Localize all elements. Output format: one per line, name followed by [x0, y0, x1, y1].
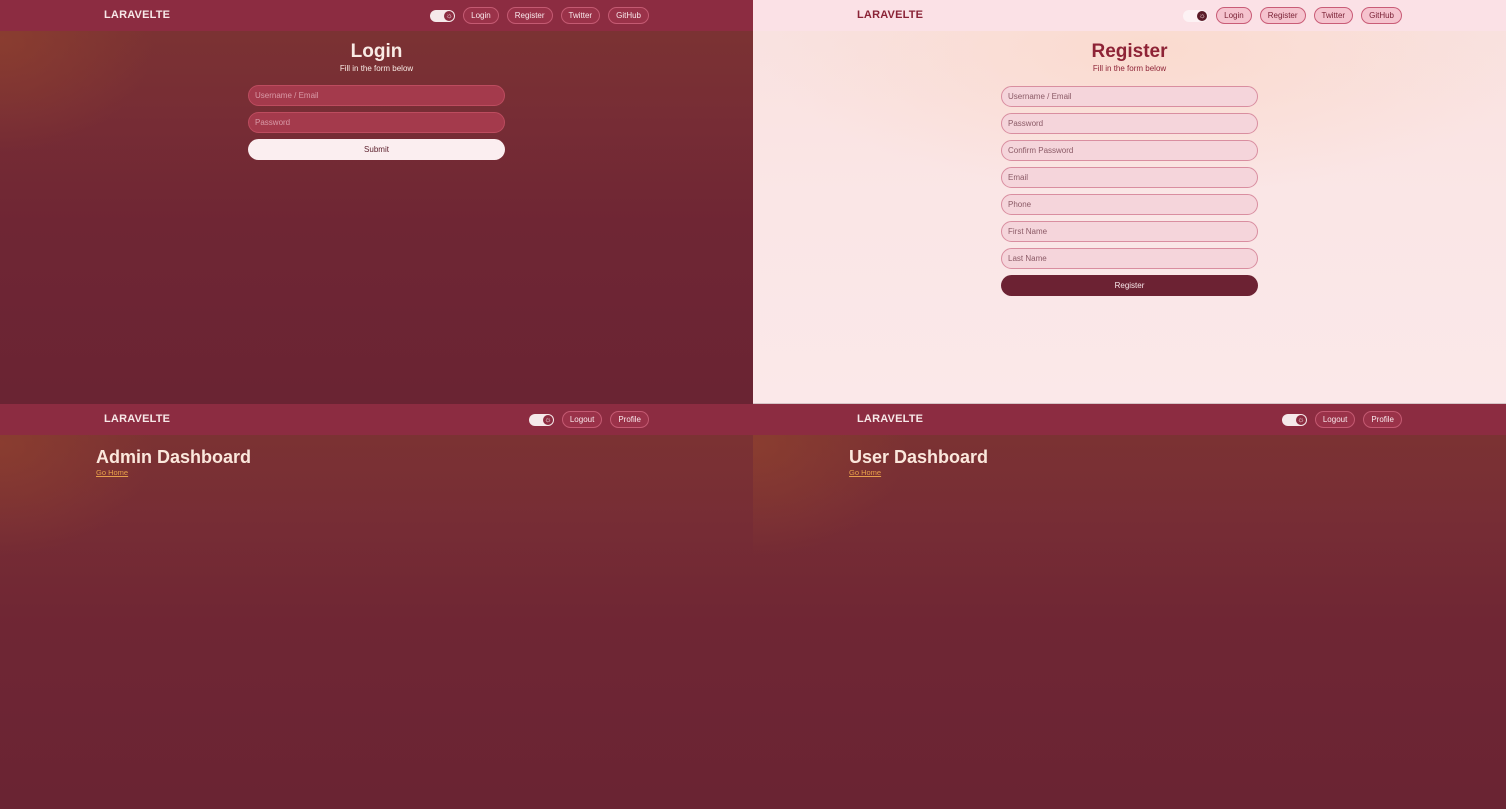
nav-register-link[interactable]: Register: [1259, 7, 1306, 24]
sun-icon: ☼: [1197, 10, 1208, 21]
theme-toggle[interactable]: ☼: [430, 9, 456, 22]
theme-toggle[interactable]: ☼: [1183, 9, 1209, 22]
navbar: LARAVELTE ☼ Login Register Twitter GitHu…: [0, 0, 753, 31]
page-title: Login: [350, 41, 403, 62]
admin-dashboard-page: LARAVELTE ☼ Logout Profile Admin Dashboa…: [0, 404, 753, 809]
nav-register-link[interactable]: Register: [506, 7, 553, 24]
nav-profile-link[interactable]: Profile: [1363, 411, 1402, 428]
nav-actions: ☼ Login Register Twitter GitHub: [1183, 7, 1402, 24]
navbar: LARAVELTE ☼ Logout Profile: [0, 404, 753, 435]
register-header: Register Fill in the form below: [753, 41, 1506, 74]
nav-github-link[interactable]: GitHub: [608, 7, 649, 24]
theme-toggle[interactable]: ☼: [528, 413, 554, 426]
submit-button[interactable]: Submit: [248, 139, 505, 160]
nav-login-link[interactable]: Login: [463, 7, 499, 24]
theme-toggle[interactable]: ☼: [1281, 413, 1307, 426]
password-field[interactable]: Password: [1001, 113, 1258, 134]
nav-login-link[interactable]: Login: [1216, 7, 1252, 24]
page-title: Admin Dashboard: [96, 447, 252, 467]
username-field[interactable]: Username / Email: [1001, 86, 1258, 107]
register-page: LARAVELTE ☼ Login Register Twitter GitHu…: [753, 0, 1506, 404]
confirm-password-field[interactable]: Confirm Password: [1001, 140, 1258, 161]
navbar: LARAVELTE ☼ Login Register Twitter GitHu…: [753, 0, 1506, 31]
password-field[interactable]: Password: [248, 112, 505, 133]
nav-twitter-link[interactable]: Twitter: [1313, 7, 1354, 24]
go-home-link[interactable]: Go Home: [849, 468, 881, 477]
first-name-field[interactable]: First Name: [1001, 221, 1258, 242]
nav-profile-link[interactable]: Profile: [610, 411, 649, 428]
go-home-link[interactable]: Go Home: [96, 468, 128, 477]
brand-logo[interactable]: LARAVELTE: [104, 9, 170, 21]
nav-logout-button[interactable]: Logout: [1314, 411, 1356, 428]
register-button[interactable]: Register: [1001, 275, 1258, 296]
brand-logo[interactable]: LARAVELTE: [104, 413, 170, 425]
sun-icon: ☼: [542, 414, 553, 425]
sun-icon: ☼: [1295, 414, 1306, 425]
email-field[interactable]: Email: [1001, 167, 1258, 188]
nav-actions: ☼ Login Register Twitter GitHub: [430, 7, 649, 24]
phone-field[interactable]: Phone: [1001, 194, 1258, 215]
brand-logo[interactable]: LARAVELTE: [857, 413, 923, 425]
login-header: Login Fill in the form below: [0, 41, 753, 74]
page-title: Register: [1091, 41, 1168, 62]
username-field[interactable]: Username / Email: [248, 85, 505, 106]
page-subtitle: Fill in the form below: [339, 64, 414, 73]
page-title: User Dashboard: [849, 447, 989, 467]
user-dashboard-page: LARAVELTE ☼ Logout Profile User Dashboar…: [753, 404, 1506, 809]
navbar: LARAVELTE ☼ Logout Profile: [753, 404, 1506, 435]
last-name-field[interactable]: Last Name: [1001, 248, 1258, 269]
nav-actions: ☼ Logout Profile: [1281, 411, 1402, 428]
nav-twitter-link[interactable]: Twitter: [560, 7, 601, 24]
sun-icon: ☼: [444, 10, 455, 21]
nav-logout-button[interactable]: Logout: [561, 411, 603, 428]
brand-logo[interactable]: LARAVELTE: [857, 9, 923, 21]
nav-github-link[interactable]: GitHub: [1361, 7, 1402, 24]
page-subtitle: Fill in the form below: [1092, 64, 1167, 73]
login-page: LARAVELTE ☼ Login Register Twitter GitHu…: [0, 0, 753, 404]
nav-actions: ☼ Logout Profile: [528, 411, 649, 428]
